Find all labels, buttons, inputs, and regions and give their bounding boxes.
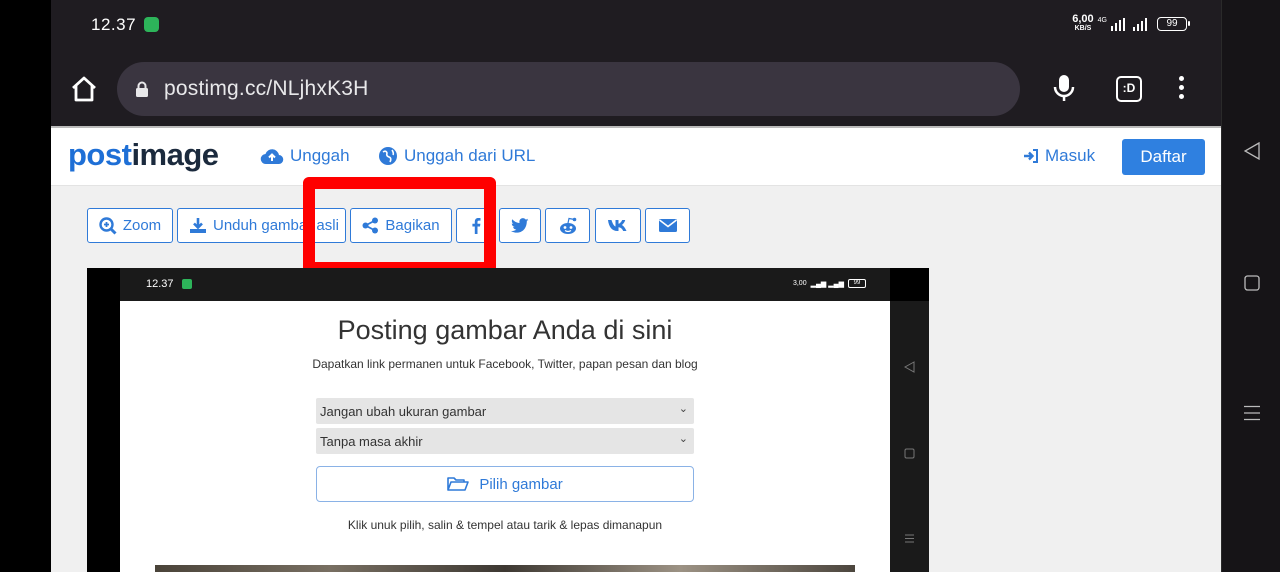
microphone-icon[interactable] bbox=[1053, 74, 1075, 104]
home-icon[interactable] bbox=[69, 74, 99, 104]
url-text: postimg.cc/NLjhxK3H bbox=[164, 77, 369, 100]
folder-open-icon bbox=[447, 477, 470, 491]
back-icon bbox=[1243, 142, 1260, 160]
embedded-status-bar: 12.37 3,00 ▂▄▆ ▂▄▆ 99 bbox=[120, 268, 890, 301]
email-share-button[interactable] bbox=[645, 208, 690, 243]
embedded-home-icon bbox=[904, 448, 915, 459]
zoom-in-icon bbox=[99, 216, 117, 235]
embedded-hint: Klik unuk pilih, salin & tempel atau tar… bbox=[347, 518, 663, 532]
envelope-icon bbox=[658, 219, 677, 232]
postimage-logo[interactable]: postimage bbox=[68, 137, 219, 173]
system-navigation-bar bbox=[1221, 0, 1280, 572]
status-time: 12.37 bbox=[91, 15, 137, 34]
lock-icon bbox=[136, 81, 148, 97]
site-header: postimage Unggah Unggah dari URL Masuk D… bbox=[51, 128, 1221, 186]
network-speed: 6,00 KB/S bbox=[1072, 13, 1094, 33]
recents-icon bbox=[1243, 405, 1260, 421]
battery-icon: 99 bbox=[1157, 17, 1190, 31]
embedded-back-icon bbox=[904, 361, 915, 373]
left-black-strip bbox=[0, 0, 51, 572]
chevron-down-icon: ⌄ bbox=[678, 433, 688, 445]
browser-toolbar: postimg.cc/NLjhxK3H :D bbox=[51, 52, 1221, 126]
embedded-resize-select: Jangan ubah ukuran gambar ⌄ bbox=[316, 398, 694, 424]
upload-link[interactable]: Unggah bbox=[260, 146, 350, 166]
twitter-icon bbox=[511, 218, 529, 233]
home-square-icon bbox=[1243, 275, 1260, 291]
embedded-subtitle: Dapatkan link permanen untuk Facebook, T… bbox=[312, 357, 698, 371]
embedded-time: 12.37 bbox=[146, 278, 174, 290]
uploaded-screenshot-image: 12.37 3,00 ▂▄▆ ▂▄▆ 99 Posting gambar And… bbox=[87, 268, 929, 572]
signup-button[interactable]: Daftar bbox=[1122, 139, 1205, 175]
signal-icon bbox=[1111, 17, 1125, 31]
reddit-share-button[interactable] bbox=[545, 208, 590, 243]
upload-url-link[interactable]: Unggah dari URL bbox=[378, 146, 535, 166]
menu-dots-icon[interactable] bbox=[1179, 76, 1187, 103]
zoom-button[interactable]: Zoom bbox=[87, 208, 173, 243]
web-page: postimage Unggah Unggah dari URL Masuk D… bbox=[51, 126, 1221, 572]
notification-app-icon bbox=[144, 17, 159, 32]
back-button[interactable] bbox=[1222, 142, 1280, 160]
embedded-page: Posting gambar Anda di sini Dapatkan lin… bbox=[120, 301, 890, 572]
twitter-share-button[interactable] bbox=[499, 208, 541, 243]
embedded-choose-image-button: Pilih gambar bbox=[316, 466, 694, 502]
embedded-status-indicators: 3,00 ▂▄▆ ▂▄▆ 99 bbox=[793, 279, 866, 288]
embedded-nav-bar bbox=[890, 301, 929, 572]
red-highlight-box bbox=[303, 177, 496, 274]
login-link[interactable]: Masuk bbox=[1023, 146, 1095, 166]
embedded-expiry-select: Tanpa masa akhir ⌄ bbox=[316, 428, 694, 454]
status-bar: 12.37 6,00 KB/S 4G 99 bbox=[51, 0, 1221, 52]
vk-icon bbox=[608, 220, 627, 231]
embedded-menu-icon bbox=[905, 534, 914, 543]
cloud-upload-icon bbox=[260, 149, 284, 165]
globe-icon bbox=[379, 147, 397, 165]
embedded-signal-icon: ▂▄▆ ▂▄▆ bbox=[810, 280, 844, 288]
embedded-ad-banner bbox=[155, 565, 855, 572]
embedded-battery-icon: 99 bbox=[848, 279, 866, 288]
reddit-icon bbox=[559, 217, 576, 234]
home-button[interactable] bbox=[1222, 275, 1280, 291]
status-indicators: 6,00 KB/S 4G 99 bbox=[1072, 13, 1190, 34]
signal-2-icon bbox=[1133, 17, 1147, 31]
vk-share-button[interactable] bbox=[595, 208, 641, 243]
network-type: 4G bbox=[1097, 16, 1107, 24]
chevron-down-icon: ⌄ bbox=[678, 403, 688, 415]
download-icon bbox=[190, 218, 206, 233]
embedded-title: Posting gambar Anda di sini bbox=[337, 315, 673, 345]
tabs-button[interactable]: :D bbox=[1116, 76, 1142, 102]
embedded-app-icon bbox=[182, 279, 192, 289]
sign-in-icon bbox=[1024, 149, 1038, 163]
address-bar[interactable]: postimg.cc/NLjhxK3H bbox=[117, 62, 1020, 116]
phone-screen: 12.37 6,00 KB/S 4G 99 postimg.cc/NLjhxK3… bbox=[51, 0, 1221, 572]
recents-button[interactable] bbox=[1222, 405, 1280, 421]
